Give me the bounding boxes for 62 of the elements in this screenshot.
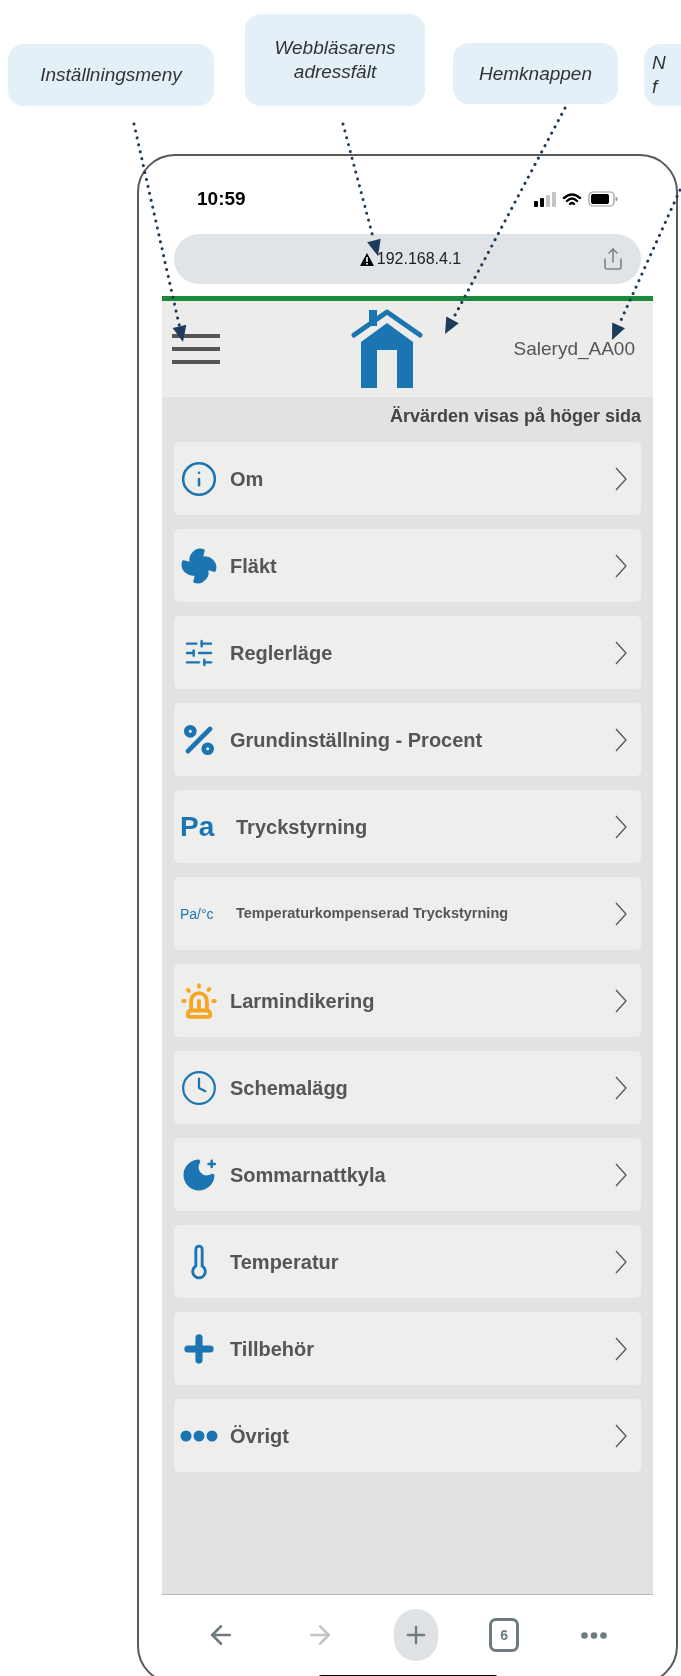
menu-item[interactable]: Pa/°c Temperaturkompenserad Tryckstyrning bbox=[174, 877, 641, 950]
pascal-per-degree-icon: Pa/°c bbox=[180, 906, 224, 921]
menu-item[interactable]: Schemalägg bbox=[174, 1051, 641, 1124]
signal-icon bbox=[534, 191, 556, 207]
annotation-callout: Inställningsmeny bbox=[8, 44, 214, 106]
menu-item-label: Övrigt bbox=[230, 1423, 290, 1449]
menu-item-label: Fläkt bbox=[230, 553, 278, 579]
warning-icon bbox=[359, 252, 374, 266]
menu-item-label: Grundinställning - Procent bbox=[230, 727, 484, 753]
more-icon bbox=[580, 1631, 607, 1639]
wifi-icon bbox=[562, 192, 582, 206]
share-icon[interactable] bbox=[601, 247, 625, 271]
chevron-icon bbox=[615, 901, 627, 926]
chevron-icon bbox=[615, 640, 627, 665]
annotation-callout: Hemknappen bbox=[453, 43, 618, 104]
battery-icon bbox=[588, 191, 618, 207]
chevron-icon bbox=[615, 1249, 627, 1274]
menu-item[interactable]: Fläkt bbox=[174, 529, 641, 602]
chevron-icon bbox=[615, 1075, 627, 1100]
menu-item[interactable]: Om bbox=[174, 442, 641, 515]
dots-icon bbox=[180, 1429, 218, 1442]
address-bar[interactable]: 192.168.4.1 bbox=[174, 234, 641, 284]
chevron-icon bbox=[615, 727, 627, 752]
menu-item-label: Reglerläge bbox=[230, 640, 334, 666]
tabs-button[interactable]: 6 bbox=[489, 1618, 520, 1652]
menu-item[interactable]: Temperatur bbox=[174, 1225, 641, 1298]
menu-item-label: Om bbox=[230, 466, 265, 492]
chevron-icon bbox=[615, 1423, 627, 1448]
clock-icon bbox=[180, 1068, 218, 1107]
annotation-callout: Webbläsarens adressfält bbox=[245, 14, 425, 106]
chevron-icon bbox=[615, 1162, 627, 1187]
status-time: 10:59 bbox=[197, 186, 246, 211]
subtitle: Ärvärden visas på höger sida bbox=[389, 405, 641, 428]
annotation-callout: N f bbox=[644, 44, 681, 106]
menu-item-label: Temperaturkompenserad Tryckstyrning bbox=[236, 903, 510, 923]
menu-item-label: Schemalägg bbox=[230, 1075, 349, 1101]
home-icon[interactable] bbox=[350, 308, 423, 390]
alarm-light-icon bbox=[180, 981, 218, 1020]
chevron-icon bbox=[615, 814, 627, 839]
menu-item[interactable]: Reglerläge bbox=[174, 616, 641, 689]
chevron-icon bbox=[615, 988, 627, 1013]
menu-item[interactable]: Pa Tryckstyrning bbox=[174, 790, 641, 863]
chevron-icon bbox=[615, 553, 627, 578]
menu-item[interactable]: Larmindikering bbox=[174, 964, 641, 1037]
menu-item[interactable]: Övrigt bbox=[174, 1399, 641, 1472]
info-icon bbox=[180, 459, 218, 498]
menu-item-label: Tillbehör bbox=[230, 1336, 316, 1362]
menu-icon[interactable] bbox=[172, 334, 220, 364]
menu-item-label: Sommarnattkyla bbox=[230, 1162, 387, 1188]
pascal-icon: Pa bbox=[180, 812, 224, 841]
url-text: 192.168.4.1 bbox=[376, 249, 462, 269]
device-name: Saleryd_AA00 bbox=[513, 336, 636, 362]
menu-item-label: Tryckstyrning bbox=[236, 814, 369, 840]
menu-item-label: Larmindikering bbox=[230, 988, 376, 1014]
menu-item[interactable]: Tillbehör bbox=[174, 1312, 641, 1385]
menu-item[interactable]: Sommarnattkyla bbox=[174, 1138, 641, 1211]
chevron-icon bbox=[615, 1336, 627, 1361]
chevron-icon bbox=[615, 466, 627, 491]
new-tab-button[interactable] bbox=[394, 1609, 439, 1661]
fan-icon bbox=[180, 546, 218, 585]
menu-item-label: Temperatur bbox=[230, 1249, 340, 1275]
menu-item[interactable]: Grundinställning - Procent bbox=[174, 703, 641, 776]
